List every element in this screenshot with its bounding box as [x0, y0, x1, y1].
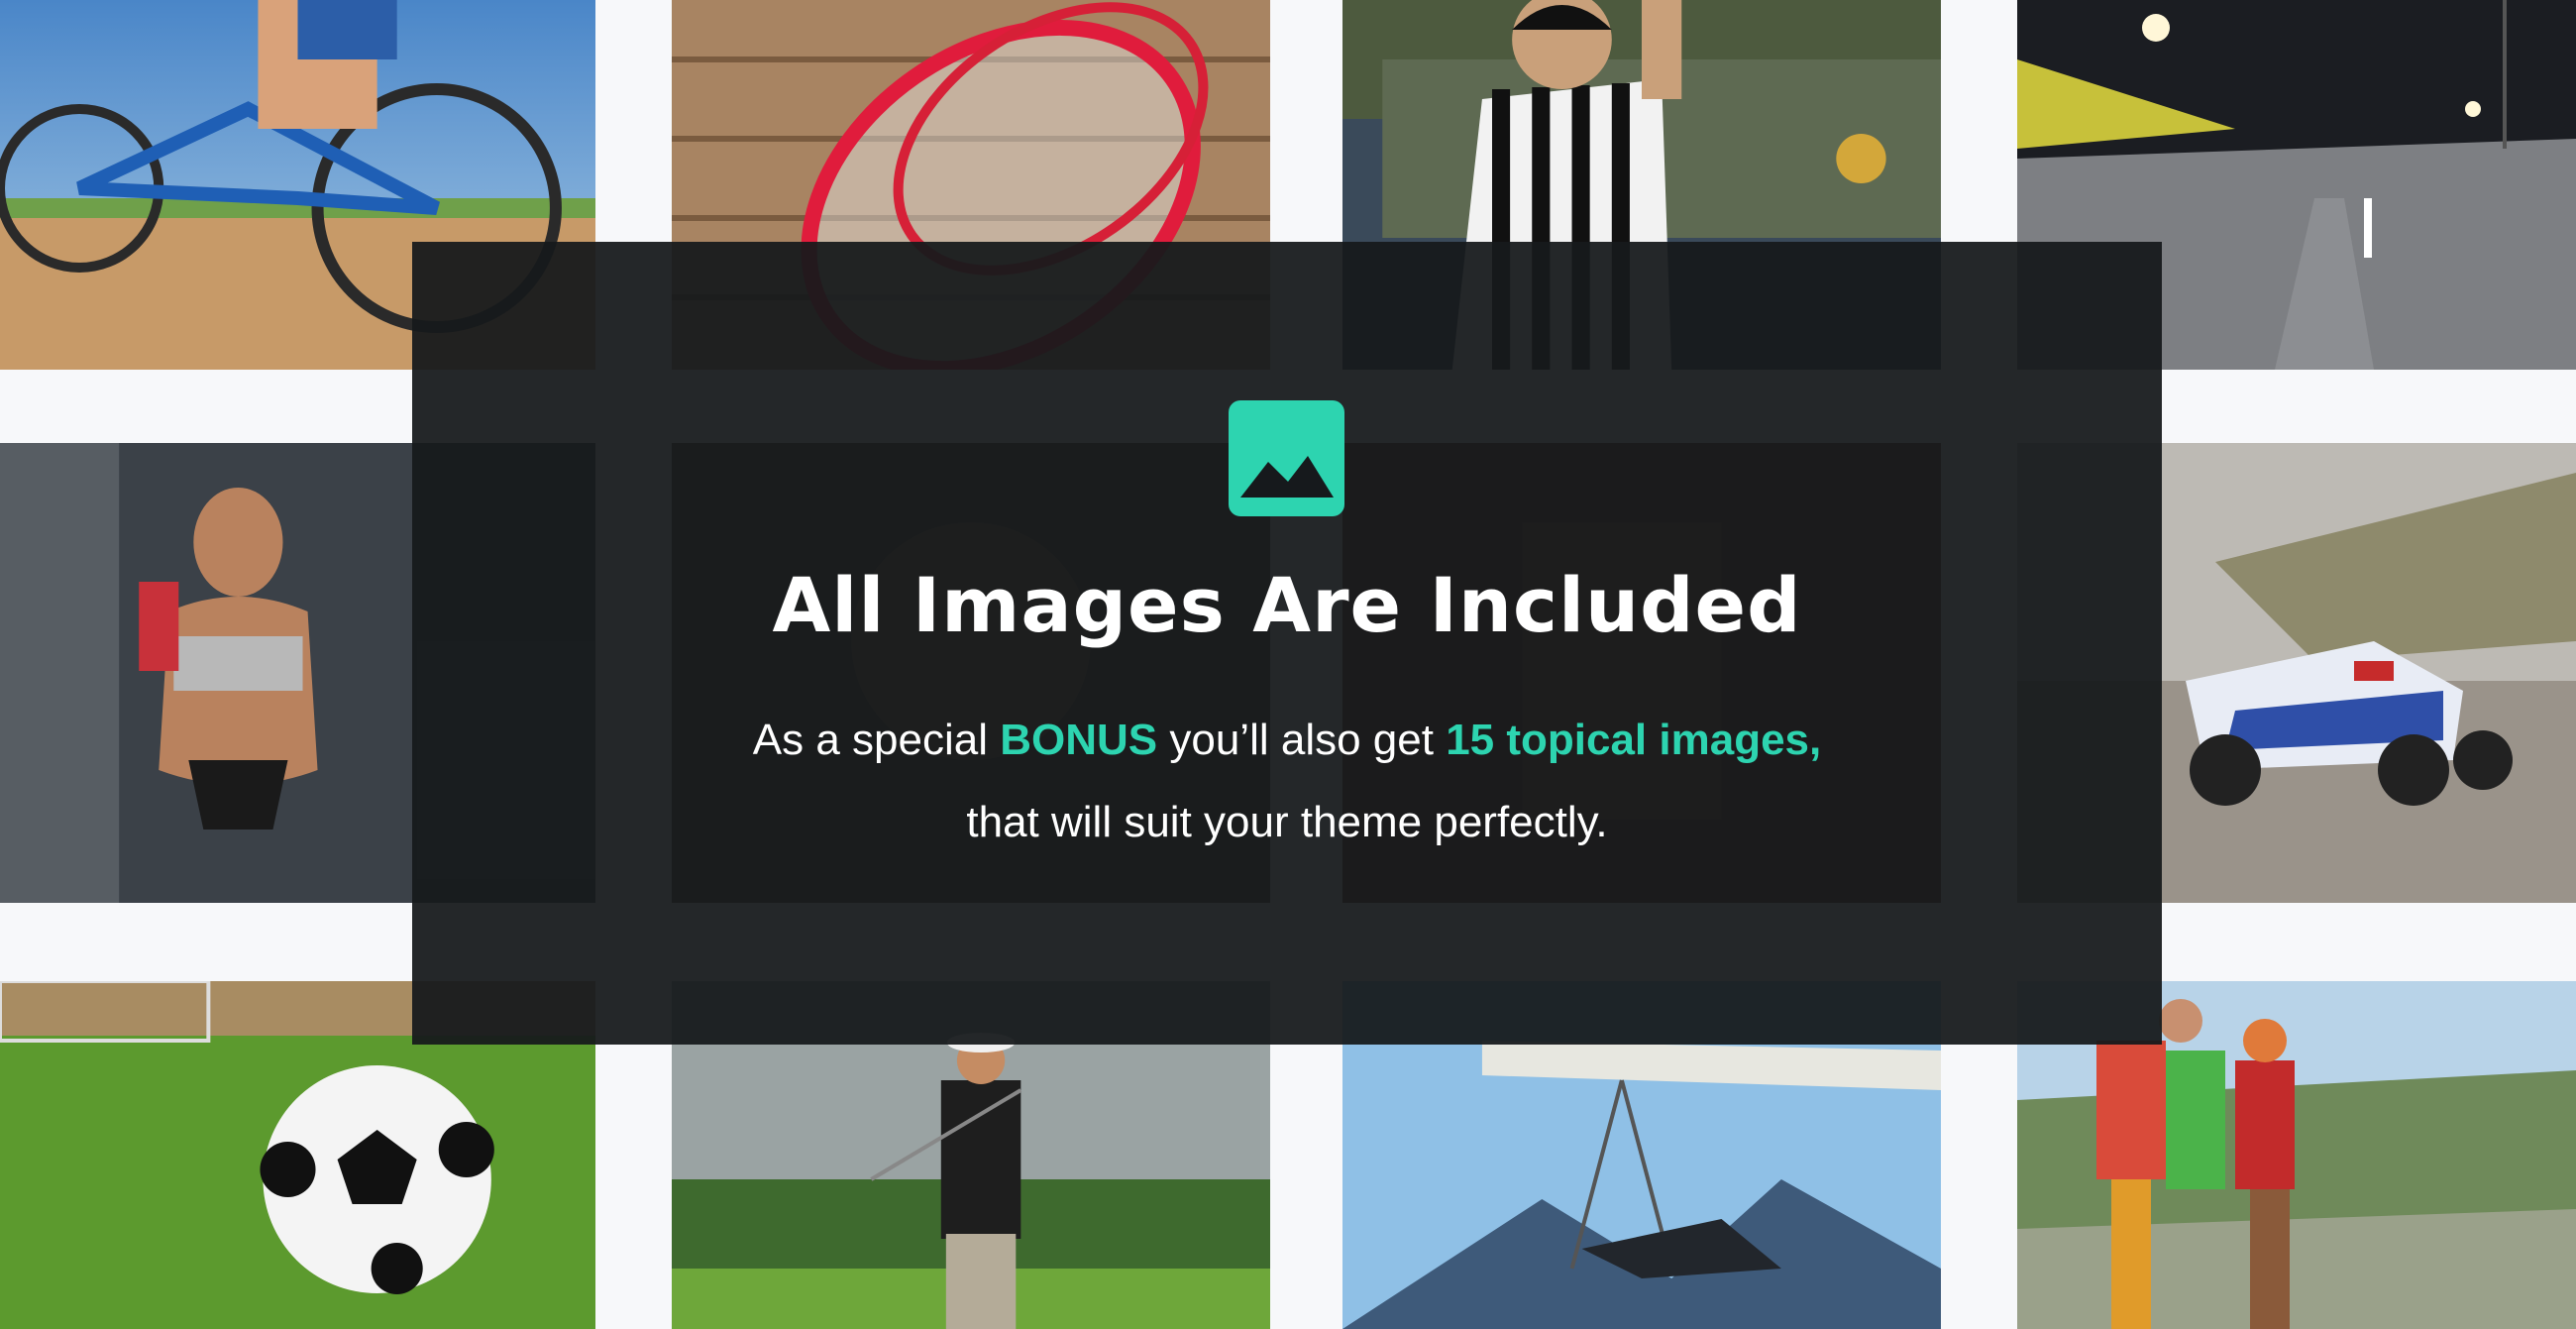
- promo-subline-2: that will suit your theme perfectly.: [966, 798, 1608, 846]
- promo-headline: All Images Are Included: [772, 561, 1802, 649]
- subline-text-1: As a special: [752, 716, 1001, 764]
- image-count-highlight: 15 topical images,: [1446, 716, 1822, 764]
- subline-text-2: you’ll also get: [1157, 716, 1447, 764]
- image-icon: [1229, 400, 1344, 516]
- promo-subline-1: As a special BONUS you’ll also get 15 to…: [412, 716, 2162, 765]
- bonus-highlight: BONUS: [1000, 716, 1158, 764]
